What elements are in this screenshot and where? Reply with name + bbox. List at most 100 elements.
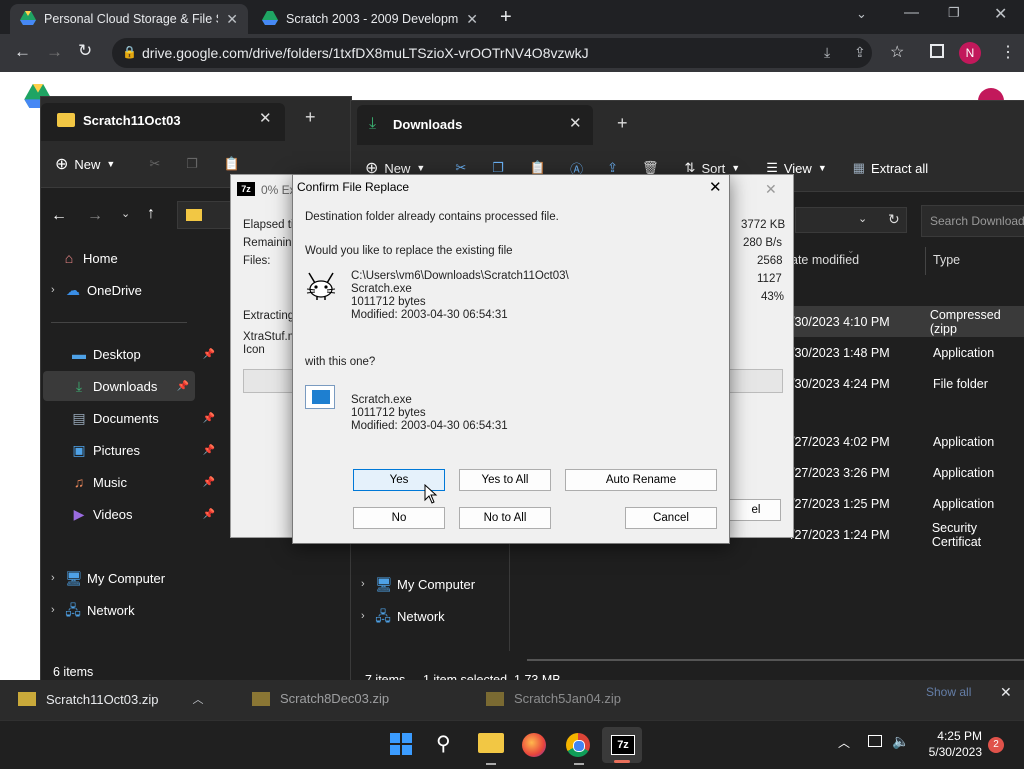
chevron-right-icon[interactable]: › [51, 284, 65, 296]
column-divider [925, 247, 926, 275]
auto-rename-button[interactable]: Auto Rename [565, 469, 717, 491]
size-value: 3772 KB [741, 219, 786, 231]
chevron-down-icon[interactable]: ⌄ [121, 207, 130, 220]
downloads-bar: Scratch11Oct03.zip ︿ Scratch8Dec03.zip S… [0, 680, 1024, 720]
tab-search-icon[interactable]: ⌄ [856, 6, 867, 22]
browser-tab-strip: Personal Cloud Storage & File Sh ✕ Scrat… [0, 0, 1024, 34]
close-tab-icon[interactable]: ✕ [226, 11, 238, 28]
table-row[interactable]: /27/2023 3:26 PM Application [791, 457, 994, 488]
firefox-icon[interactable] [522, 733, 546, 757]
close-window-button[interactable]: ✕ [994, 4, 1007, 24]
nav-pictures[interactable]: ▣ Pictures 📌 [71, 435, 221, 465]
close-icon[interactable]: ✕ [765, 181, 777, 198]
nav-label: Network [87, 602, 135, 618]
row-date: /30/2023 1:48 PM [791, 345, 890, 360]
explorer-tab[interactable]: ⤓ Downloads ✕ [357, 105, 593, 145]
menu-icon[interactable]: ⋮ [1000, 42, 1016, 62]
back-icon[interactable]: ← [51, 207, 67, 225]
close-icon[interactable]: ✕ [709, 178, 722, 196]
extract-all-button[interactable]: ▦ Extract all [853, 160, 928, 176]
cancel-button[interactable]: Cancel [625, 507, 717, 529]
path-bar[interactable]: ⌄ ↻ [795, 207, 907, 233]
copy-icon[interactable]: ❐ [186, 156, 198, 172]
download-item[interactable]: Scratch5Jan04.zip [486, 691, 621, 706]
start-button[interactable] [390, 733, 412, 755]
search-icon[interactable]: ⚲ [436, 731, 451, 756]
nav-downloads[interactable]: ⤓ Downloads 📌 [43, 371, 195, 401]
close-tab-icon[interactable]: ✕ [259, 109, 272, 127]
clock-time[interactable]: 4:25 PM [930, 729, 982, 743]
forward-icon[interactable]: → [46, 42, 63, 62]
table-row[interactable]: /30/2023 4:24 PM File folder [791, 368, 988, 399]
install-icon[interactable]: ⤓ [824, 44, 830, 61]
monitor-icon[interactable] [868, 735, 882, 747]
chevron-right-icon[interactable]: › [51, 604, 65, 616]
paste-icon[interactable]: 📋 [224, 156, 240, 172]
chevron-right-icon[interactable]: › [361, 610, 375, 622]
new-tab-button[interactable]: + [617, 113, 628, 134]
table-row[interactable]: /27/2023 1:25 PM Application [791, 488, 994, 519]
chevron-right-icon[interactable]: › [361, 578, 375, 590]
close-tab-icon[interactable]: ✕ [569, 114, 582, 132]
new-button[interactable]: ⊕ New ▼ [55, 154, 115, 174]
horizontal-scrollbar[interactable] [527, 659, 1024, 661]
pin-icon: 📌 [202, 348, 215, 360]
volume-icon[interactable]: 🔈 [892, 733, 909, 750]
column-type[interactable]: Type [933, 253, 960, 267]
nav-network[interactable]: › 🖧 Network [51, 595, 201, 625]
nav-network[interactable]: › 🖧 Network [361, 601, 511, 631]
nav-my-computer[interactable]: › 🖥 My Computer [51, 563, 201, 593]
notification-badge[interactable]: 2 [988, 737, 1004, 753]
side-panel-icon[interactable] [930, 44, 944, 58]
explorer-tab-title: Scratch11Oct03 [83, 113, 181, 128]
new-tab-button[interactable]: + [305, 107, 316, 128]
nav-documents[interactable]: ▤ Documents 📌 [71, 403, 221, 433]
up-icon[interactable]: ↑ [147, 205, 155, 223]
show-all-link[interactable]: Show all [926, 685, 971, 699]
nav-home[interactable]: ⌂ Home [61, 243, 211, 273]
download-item[interactable]: Scratch11Oct03.zip ︿ [18, 691, 203, 707]
forward-icon[interactable]: → [87, 207, 103, 225]
chevron-down-icon[interactable]: ⌄ [858, 212, 867, 225]
browser-tab-scratch[interactable]: Scratch 2003 - 2009 Developmen ✕ [252, 4, 488, 34]
clock-date[interactable]: 5/30/2023 [922, 745, 982, 759]
table-row[interactable]: /27/2023 4:02 PM Application [791, 426, 994, 457]
refresh-icon[interactable]: ↻ [888, 211, 900, 228]
nav-desktop[interactable]: ▬ Desktop 📌 [71, 339, 221, 369]
sevenzip-taskbar-item[interactable]: 7z [602, 727, 642, 763]
bookmark-star-icon[interactable]: ☆ [890, 42, 904, 62]
restore-button[interactable]: ❐ [948, 5, 960, 21]
close-icon[interactable]: ✕ [1000, 684, 1012, 701]
explorer-tab[interactable]: Scratch11Oct03 ✕ [41, 103, 285, 141]
new-tab-button[interactable]: + [500, 6, 512, 29]
search-input[interactable]: Search Downloads [921, 205, 1024, 237]
chrome-icon[interactable] [566, 733, 590, 757]
profile-avatar[interactable]: N [959, 42, 981, 64]
yes-to-all-button[interactable]: Yes to All [459, 469, 551, 491]
share-icon[interactable]: ⇪ [854, 44, 866, 61]
nav-label: Downloads [93, 378, 158, 394]
nav-videos[interactable]: ▶ Videos 📌 [71, 499, 221, 529]
nav-onedrive[interactable]: › ☁ OneDrive [51, 275, 201, 305]
minimize-button[interactable]: — [904, 4, 919, 21]
nav-my-computer[interactable]: › 🖥 My Computer [361, 569, 511, 599]
chevron-up-icon[interactable]: ︿ [192, 691, 203, 707]
table-row[interactable]: /30/2023 4:10 PM Compressed (zipp [791, 306, 1024, 337]
pin-icon: 📌 [202, 508, 215, 520]
remaining-label: Remaining [243, 237, 298, 249]
no-button[interactable]: No [353, 507, 445, 529]
reload-icon[interactable]: ↻ [78, 41, 92, 61]
table-row[interactable]: /30/2023 1:48 PM Application [791, 337, 994, 368]
table-row[interactable]: /27/2023 1:24 PM Security Certificat [791, 519, 1024, 550]
address-bar[interactable]: 🔒 drive.google.com/drive/folders/1txfDX8… [112, 38, 872, 68]
browser-tab-drive[interactable]: Personal Cloud Storage & File Sh ✕ [10, 4, 248, 34]
chevron-right-icon[interactable]: › [51, 572, 65, 584]
back-icon[interactable]: ← [14, 42, 31, 62]
download-item[interactable]: Scratch8Dec03.zip [252, 691, 389, 706]
close-tab-icon[interactable]: ✕ [466, 11, 478, 28]
cut-icon[interactable]: ✂ [149, 156, 160, 172]
chevron-up-icon[interactable]: ︿ [838, 734, 850, 751]
nav-music[interactable]: ♫ Music 📌 [71, 467, 221, 497]
no-to-all-button[interactable]: No to All [459, 507, 551, 529]
file-explorer-icon[interactable] [478, 733, 504, 753]
